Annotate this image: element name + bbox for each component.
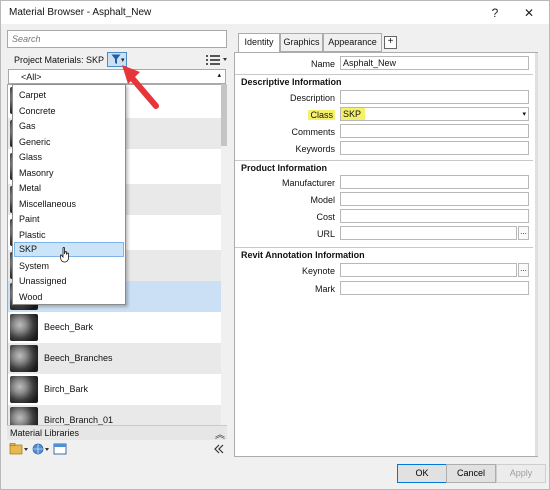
model-label: Model	[310, 195, 335, 205]
dropdown-item[interactable]: Wood	[14, 290, 124, 305]
mark-field[interactable]	[340, 281, 529, 295]
dropdown-item[interactable]: Carpet	[14, 88, 124, 103]
name-label: Name	[310, 59, 335, 69]
material-name: Birch_Bark	[44, 384, 89, 394]
keywords-label: Keywords	[295, 144, 335, 154]
dropdown-item[interactable]: Unassigned	[14, 274, 124, 289]
section-title: Product Information	[241, 163, 327, 173]
list-item[interactable]: Birch_Branch_01	[8, 405, 226, 425]
url-label: URL	[316, 229, 335, 239]
material-thumbnail	[10, 314, 38, 341]
material-thumbnail	[10, 376, 38, 403]
section-title: Descriptive Information	[241, 77, 342, 87]
view-options-icon[interactable]	[205, 54, 229, 66]
dropdown-item[interactable]: Gas	[14, 119, 124, 134]
window-title: Material Browser - Asphalt_New	[9, 7, 152, 18]
collapse-left-icon[interactable]	[214, 444, 224, 454]
material-name: Beech_Bark	[44, 322, 94, 332]
tab-identity[interactable]: Identity	[238, 33, 280, 53]
help-button[interactable]: ?	[487, 5, 503, 21]
dropdown-item[interactable]: Miscellaneous	[14, 197, 124, 212]
left-scrollbar-thumb[interactable]	[221, 84, 227, 146]
tab-strip: Identity Graphics Appearance +	[238, 33, 538, 53]
search-box[interactable]	[7, 30, 227, 48]
chevron-down-icon: ▾	[522, 111, 526, 118]
class-value: SKP	[341, 108, 366, 120]
keynote-browse-button[interactable]: ...	[518, 263, 529, 277]
hand-cursor-icon	[60, 247, 69, 263]
keynote-field[interactable]	[340, 263, 517, 277]
material-libraries-bar[interactable]: Material Libraries ︽	[7, 425, 227, 441]
material-thumbnail	[10, 345, 38, 372]
keywords-field[interactable]	[340, 141, 529, 155]
dropdown-item[interactable]: Generic	[14, 135, 124, 150]
filter-dropdown[interactable]: <All> ▴	[8, 69, 226, 84]
collapse-up-icon[interactable]: ︽	[215, 426, 225, 441]
comments-field[interactable]	[340, 124, 529, 138]
material-name: Birch_Branch_01	[44, 415, 114, 425]
url-field[interactable]	[340, 226, 517, 240]
dropdown-item[interactable]: Paint	[14, 212, 124, 227]
filter-dropdown-value: <All>	[21, 72, 42, 82]
annotation-arrow-icon	[122, 65, 159, 109]
title-bar: Material Browser - Asphalt_New ? ✕	[0, 0, 550, 24]
add-tab-button[interactable]: +	[384, 36, 397, 49]
cost-field[interactable]	[340, 209, 529, 223]
material-libraries-label: Material Libraries	[10, 428, 80, 438]
dropdown-item[interactable]: Concrete	[14, 104, 124, 119]
product-section-header[interactable]: Product Information	[235, 160, 533, 173]
cost-label: Cost	[316, 212, 335, 222]
globe-icon[interactable]	[32, 443, 49, 455]
model-field[interactable]	[340, 192, 529, 206]
library-folder-icon[interactable]	[9, 443, 28, 455]
search-input[interactable]	[8, 31, 226, 47]
dropdown-item[interactable]: Masonry	[14, 166, 124, 181]
dropdown-item[interactable]: Plastic	[14, 228, 124, 243]
url-browse-button[interactable]: ...	[518, 226, 529, 240]
ok-button[interactable]: OK	[397, 464, 447, 483]
apply-button[interactable]: Apply	[496, 464, 546, 483]
cancel-button[interactable]: Cancel	[446, 464, 496, 483]
list-item[interactable]: Beech_Bark	[8, 312, 226, 343]
material-thumbnail	[10, 407, 38, 425]
description-label: Description	[289, 93, 335, 103]
manufacturer-field[interactable]	[340, 175, 529, 189]
class-filter-dropdown-list: Carpet Concrete Gas Generic Glass Masonr…	[12, 84, 126, 305]
chevron-up-icon: ▴	[217, 72, 221, 79]
class-label-text: Class	[308, 110, 335, 120]
tab-graphics[interactable]: Graphics	[280, 33, 323, 52]
list-item[interactable]: Beech_Branches	[8, 343, 226, 374]
list-item[interactable]: Birch_Bark	[8, 374, 226, 405]
dropdown-item[interactable]: Glass	[14, 150, 124, 165]
name-field[interactable]: Asphalt_New	[340, 56, 529, 70]
libraries-toolbar	[9, 443, 224, 455]
panel-layout-icon[interactable]	[53, 443, 67, 455]
material-name: Beech_Branches	[44, 353, 113, 363]
class-label: Class	[308, 110, 335, 120]
mark-label: Mark	[315, 284, 335, 294]
tab-appearance[interactable]: Appearance	[323, 33, 382, 52]
right-scrollbar[interactable]	[535, 53, 538, 456]
manufacturer-label: Manufacturer	[281, 178, 335, 188]
comments-label: Comments	[291, 127, 335, 137]
keynote-label: Keynote	[301, 266, 335, 276]
section-title: Revit Annotation Information	[241, 250, 365, 260]
revit-section-header[interactable]: Revit Annotation Information	[235, 247, 533, 260]
project-materials-label: Project Materials: SKP	[14, 55, 105, 65]
class-combobox[interactable]: SKP ▾	[340, 107, 529, 121]
dropdown-item[interactable]: Metal	[14, 181, 124, 196]
identity-panel: Name Asphalt_New Descriptive Information…	[234, 52, 538, 457]
description-field[interactable]	[340, 90, 529, 104]
close-button[interactable]: ✕	[521, 5, 537, 21]
descriptive-section-header[interactable]: Descriptive Information	[235, 74, 533, 87]
